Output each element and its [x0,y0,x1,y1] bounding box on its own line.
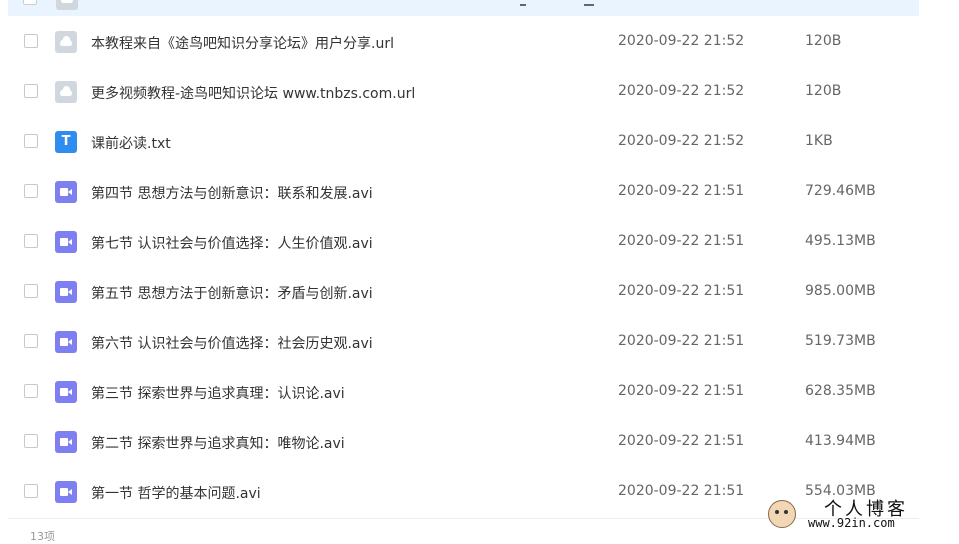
watermark-url: www.92in.com [808,516,895,530]
row-checkbox[interactable] [23,0,37,5]
file-date: 2020-09-22 21:52 [618,83,745,99]
file-name[interactable]: 第七节 认识社会与价值选择：人生价值观.avi [91,233,373,253]
video-file-icon [55,181,77,203]
avatar-icon [768,500,796,528]
file-row[interactable]: 更多视频教程-途鸟吧知识论坛 www.tnbzs.com.url 2020-09-… [8,68,919,118]
file-size: 729.46MB [805,183,876,199]
file-name[interactable]: 第四节 思想方法与创新意识：联系和发展.avi [91,183,373,203]
file-name[interactable]: 第五节 思想方法于创新意识：矛盾与创新.avi [91,283,373,303]
file-size: 628.35MB [805,383,876,399]
file-date: 2020-09-22 21:51 [618,333,745,349]
row-checkbox[interactable] [24,34,38,48]
row-checkbox[interactable] [24,84,38,98]
video-file-icon [55,231,77,253]
video-file-icon [55,281,77,303]
file-date: 2020-09-22 21:52 [618,33,745,49]
file-size: 413.94MB [805,433,876,449]
file-name[interactable]: 课前必读.txt [91,133,171,153]
video-file-icon [55,381,77,403]
watermark: 个人博客 www.92in.com [768,496,954,532]
file-name[interactable]: 第二节 探索世界与追求真知：唯物论.avi [91,433,345,453]
link-file-icon [55,31,77,53]
file-size: 495.13MB [805,233,876,249]
file-date: 2020-09-22 21:52 [618,133,745,149]
file-date: 2020-09-22 21:51 [618,183,745,199]
file-name[interactable]: 第三节 探索世界与追求真理：认识论.avi [91,383,345,403]
text-fragment [520,4,526,6]
text-fragment [584,4,594,6]
link-file-icon [56,0,78,10]
row-checkbox[interactable] [24,384,38,398]
file-date: 2020-09-22 21:51 [618,483,745,499]
video-file-icon [55,431,77,453]
file-size: 519.73MB [805,333,876,349]
file-size: 120B [805,83,842,99]
file-row[interactable]: 第七节 认识社会与价值选择：人生价值观.avi 2020-09-22 21:51 4… [8,218,919,268]
file-date: 2020-09-22 21:51 [618,383,745,399]
row-checkbox[interactable] [24,484,38,498]
row-checkbox[interactable] [24,334,38,348]
file-row[interactable]: T 课前必读.txt 2020-09-22 21:52 1KB [8,118,919,168]
file-size: 1KB [805,133,833,149]
file-name[interactable]: 第一节 哲学的基本问题.avi [91,483,261,503]
file-name[interactable]: 第六节 认识社会与价值选择：社会历史观.avi [91,333,373,353]
file-date: 2020-09-22 21:51 [618,283,745,299]
file-date: 2020-09-22 21:51 [618,433,745,449]
file-size: 985.00MB [805,283,876,299]
file-name[interactable]: 更多视频教程-途鸟吧知识论坛 www.tnbzs.com.url [91,83,415,103]
text-file-icon: T [55,131,77,153]
file-row[interactable]: 本教程来自《途鸟吧知识分享论坛》用户分享.url 2020-09-22 21:52… [8,18,919,68]
link-file-icon [55,81,77,103]
selected-file-row[interactable] [8,0,919,16]
file-row[interactable]: 第五节 思想方法于创新意识：矛盾与创新.avi 2020-09-22 21:51 9… [8,268,919,318]
video-file-icon [55,331,77,353]
file-row[interactable]: 第六节 认识社会与价值选择：社会历史观.avi 2020-09-22 21:51 5… [8,318,919,368]
file-date: 2020-09-22 21:51 [618,233,745,249]
file-row[interactable]: 第二节 探索世界与追求真知：唯物论.avi 2020-09-22 21:51 413… [8,418,919,468]
row-checkbox[interactable] [24,234,38,248]
file-row[interactable]: 第四节 思想方法与创新意识：联系和发展.avi 2020-09-22 21:51 7… [8,168,919,218]
item-count: 13项 [30,530,55,543]
row-checkbox[interactable] [24,184,38,198]
video-file-icon [55,481,77,503]
row-checkbox[interactable] [24,134,38,148]
row-checkbox[interactable] [24,434,38,448]
file-row[interactable]: 第三节 探索世界与追求真理：认识论.avi 2020-09-22 21:51 628… [8,368,919,418]
file-size: 120B [805,33,842,49]
file-name[interactable]: 本教程来自《途鸟吧知识分享论坛》用户分享.url [91,33,394,53]
row-checkbox[interactable] [24,284,38,298]
